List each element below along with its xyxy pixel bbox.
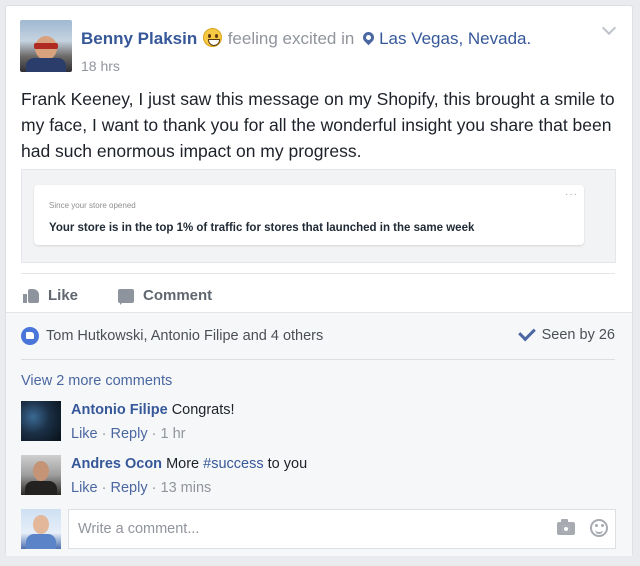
post-card: Benny Plaksin feeling excited in Las Veg… [5, 5, 633, 556]
meta-separator: · [101, 426, 107, 442]
comment-composer [21, 509, 616, 549]
current-user-avatar [21, 509, 61, 549]
view-more-comments-link[interactable]: View 2 more comments [21, 373, 172, 389]
commenter-name[interactable]: Antonio Filipe [71, 402, 168, 418]
comment-body-before: More [166, 456, 200, 472]
comment-reply-link[interactable]: Reply [111, 426, 148, 442]
post-options-chevron-icon[interactable] [601, 20, 617, 36]
comment-bubble-icon [118, 288, 134, 305]
like-button[interactable]: Like [23, 287, 78, 304]
shared-image[interactable]: Since your store opened Your store is in… [21, 169, 616, 263]
post-timestamp[interactable]: 18 hrs [81, 58, 120, 74]
camera-icon[interactable] [557, 519, 575, 535]
location-pin-icon [360, 29, 377, 46]
avatar-body [26, 534, 56, 549]
feeling-text: feeling excited in [227, 29, 355, 48]
post-body: Frank Keeney, I just saw this message on… [21, 89, 615, 161]
comment-meta: Like · Reply · 13 mins [71, 480, 211, 496]
avatar-face [33, 515, 49, 534]
meta-separator: · [151, 480, 157, 496]
avatar-face [33, 461, 49, 481]
comment-time[interactable]: 13 mins [161, 480, 212, 496]
seen-by-label: Seen by 26 [541, 327, 615, 343]
smiley-icon[interactable] [590, 519, 608, 537]
author-avatar[interactable] [20, 20, 72, 72]
meta-separator: · [101, 480, 107, 496]
like-label: Like [48, 287, 79, 304]
avatar-sunglasses [34, 43, 58, 49]
comment-button[interactable]: Comment [118, 287, 213, 305]
commenter-name[interactable]: Andres Ocon [71, 456, 162, 472]
author-name[interactable]: Benny Plaksin [81, 29, 197, 48]
shopify-notification-card: Since your store opened Your store is in… [34, 185, 584, 245]
notification-subtitle: Since your store opened [49, 201, 136, 210]
feedback-section: Tom Hutkowski, Antonio Filipe and 4 othe… [6, 312, 632, 556]
like-reaction-icon [21, 327, 39, 345]
more-dots-icon: ··· [565, 189, 578, 200]
comment-text: Antonio Filipe Congrats! [71, 402, 235, 418]
comment-time[interactable]: 1 hr [161, 426, 186, 442]
excited-emoji-icon [202, 28, 222, 47]
avatar-body [25, 481, 57, 495]
commenter-avatar[interactable] [21, 401, 61, 441]
thumbs-up-icon [23, 288, 40, 303]
comment-label: Comment [143, 287, 213, 304]
location-link[interactable]: Las Vegas, Nevada. [379, 29, 531, 48]
comment-meta: Like · Reply · 1 hr [71, 426, 186, 442]
comment-body: Congrats! [171, 402, 235, 418]
notification-headline: Your store is in the top 1% of traffic f… [49, 222, 475, 234]
seen-by[interactable]: Seen by 26 [517, 323, 615, 343]
avatar-shirt [26, 58, 66, 72]
post-header: Benny Plaksin feeling excited in Las Veg… [81, 28, 531, 49]
meta-separator: · [151, 426, 157, 442]
comment-like-link[interactable]: Like [71, 480, 98, 496]
checkmark-icon [517, 323, 536, 342]
comment-like-link[interactable]: Like [71, 426, 98, 442]
post-content: Benny Plaksin feeling excited in Las Veg… [6, 6, 632, 312]
divider [21, 359, 615, 360]
comment-reply-link[interactable]: Reply [111, 480, 148, 496]
commenter-avatar[interactable] [21, 455, 61, 495]
comment-body-after: to you [267, 456, 308, 472]
reaction-names[interactable]: Tom Hutkowski, Antonio Filipe and 4 othe… [46, 328, 323, 344]
comment-text: Andres Ocon More #success to you [71, 456, 307, 472]
divider [21, 273, 615, 274]
comment-input[interactable] [68, 509, 616, 549]
reactions-summary[interactable]: Tom Hutkowski, Antonio Filipe and 4 othe… [21, 327, 323, 345]
hashtag-link[interactable]: #success [203, 456, 263, 472]
